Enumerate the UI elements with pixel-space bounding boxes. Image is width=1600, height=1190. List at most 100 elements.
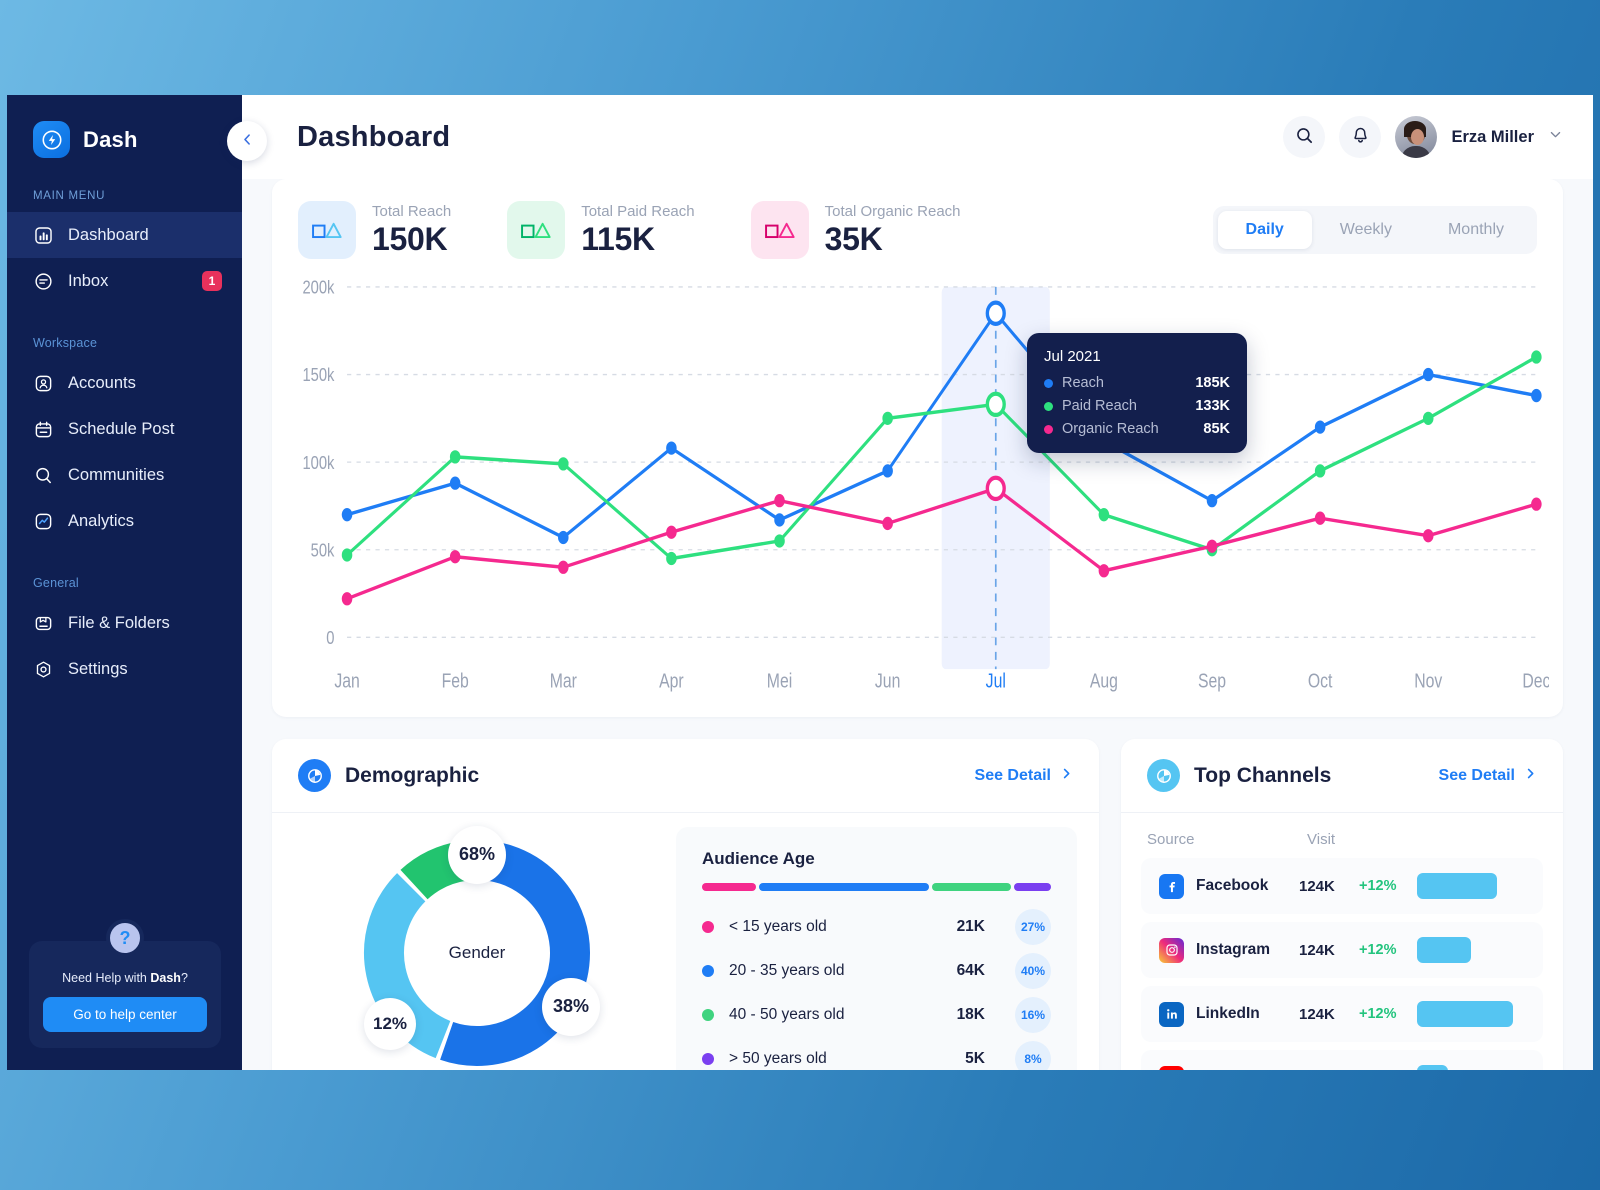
table-row[interactable]: Facebook 124K +12% bbox=[1141, 858, 1543, 914]
table-row[interactable]: YouTube 124K +12% bbox=[1141, 1050, 1543, 1070]
age-bar-segment-1 bbox=[759, 883, 930, 891]
instagram-icon bbox=[1159, 937, 1184, 963]
stat-total-reach: Total Reach 150K bbox=[298, 201, 451, 259]
tooltip-series-value: 133K bbox=[1195, 398, 1230, 414]
tooltip-row: Reach 185K bbox=[1044, 375, 1230, 391]
channel-name-wrap: LinkedIn bbox=[1159, 1001, 1299, 1027]
sidebar-item-file-folders[interactable]: File & Folders bbox=[7, 600, 242, 646]
age-dot bbox=[702, 1053, 714, 1065]
notifications-button[interactable] bbox=[1339, 116, 1382, 158]
demographic-header: Demographic See Detail bbox=[272, 739, 1099, 813]
channel-bar-track bbox=[1417, 937, 1525, 963]
top-channels-card: Top Channels See Detail Source Visit Fac… bbox=[1121, 739, 1563, 1070]
reach-chart-card: Total Reach 150K Total Paid Reach 115K T… bbox=[272, 179, 1563, 717]
table-row[interactable]: LinkedIn 124K +12% bbox=[1141, 986, 1543, 1042]
help-text-after: ? bbox=[180, 971, 188, 985]
svg-text:Aug: Aug bbox=[1090, 670, 1118, 692]
topbar-actions: Erza Miller bbox=[1283, 116, 1563, 158]
svg-text:Apr: Apr bbox=[659, 670, 684, 692]
tab-monthly[interactable]: Monthly bbox=[1420, 211, 1532, 249]
chart-tooltip: Jul 2021 Reach 185K Paid Reach 133K Orga… bbox=[1027, 333, 1247, 453]
channel-visit: 124K bbox=[1299, 877, 1335, 895]
tab-daily[interactable]: Daily bbox=[1217, 211, 1312, 249]
topbar: Dashboard Erza Miller bbox=[242, 95, 1593, 179]
sidebar-item-schedule-post[interactable]: Schedule Post bbox=[7, 406, 242, 452]
channel-name: LinkedIn bbox=[1196, 1005, 1260, 1022]
pie-chart-icon bbox=[298, 759, 331, 792]
section-label-general: General bbox=[33, 576, 79, 590]
avatar[interactable] bbox=[1395, 116, 1438, 158]
sidebar-item-label: Inbox bbox=[68, 271, 109, 290]
channel-bar-track bbox=[1417, 1001, 1525, 1027]
stat-total-organic-reach: Total Organic Reach 35K bbox=[750, 201, 961, 259]
gender-donut-chart[interactable]: Gender 68% 38% 12% bbox=[362, 825, 600, 1068]
top-channels-see-detail-link[interactable]: See Detail bbox=[1439, 767, 1537, 785]
age-row: 20 - 35 years old 64K 40% bbox=[702, 949, 1051, 993]
range-tabs: Daily Weekly Monthly bbox=[1212, 206, 1537, 254]
app-window: Dash MAIN MENU Dashboard Inbox 1 Workspa… bbox=[7, 95, 1593, 1070]
chevron-down-icon[interactable] bbox=[1548, 127, 1563, 147]
chevron-left-icon bbox=[240, 132, 255, 150]
audience-age-title: Audience Age bbox=[702, 849, 815, 868]
age-row: < 15 years old 21K 27% bbox=[702, 905, 1051, 949]
svg-text:200k: 200k bbox=[302, 277, 334, 298]
reach-line-chart[interactable]: 200k 150k 100k 50k 0 Jan Feb Mar Apr Mei Jun Jul Aug… bbox=[286, 271, 1549, 709]
svg-text:Sep: Sep bbox=[1198, 670, 1226, 692]
linkedin-icon bbox=[1159, 1001, 1184, 1027]
age-dot bbox=[702, 965, 714, 977]
channel-name-wrap: Instagram bbox=[1159, 937, 1299, 963]
channel-name: Facebook bbox=[1196, 877, 1269, 894]
avatar-face bbox=[1411, 129, 1425, 145]
table-row[interactable]: Instagram 124K +12% bbox=[1141, 922, 1543, 978]
sidebar-item-communities[interactable]: Communities bbox=[7, 452, 242, 498]
age-value: 64K bbox=[956, 962, 985, 979]
main-area: Dashboard Erza Miller Total Reach 150K T… bbox=[242, 95, 1593, 1070]
question-mark-icon: ? bbox=[106, 919, 144, 957]
square-triangle-icon bbox=[750, 201, 809, 259]
channel-bar-track bbox=[1417, 873, 1525, 899]
tooltip-row: Paid Reach 133K bbox=[1044, 398, 1230, 414]
chevron-right-icon bbox=[1524, 767, 1537, 785]
stat-value: 150K bbox=[372, 220, 448, 257]
audience-age-panel: Audience Age < 15 years old 21K 27% 20 -… bbox=[676, 827, 1077, 1070]
age-label: < 15 years old bbox=[729, 918, 827, 935]
stats-row: Total Reach 150K Total Paid Reach 115K T… bbox=[272, 179, 1563, 265]
tab-weekly[interactable]: Weekly bbox=[1312, 211, 1420, 249]
search-circle-icon bbox=[33, 465, 54, 486]
folder-icon bbox=[33, 613, 54, 634]
go-to-help-center-button[interactable]: Go to help center bbox=[43, 997, 207, 1032]
channel-bar-track bbox=[1417, 1065, 1525, 1070]
tooltip-series-name: Reach bbox=[1062, 375, 1104, 391]
donut-value-other: 12% bbox=[364, 997, 416, 1050]
facebook-icon bbox=[1159, 873, 1184, 899]
sidebar-item-analytics[interactable]: Analytics bbox=[7, 498, 242, 544]
inbox-message-icon bbox=[33, 271, 54, 292]
sidebar-item-dashboard[interactable]: Dashboard bbox=[7, 212, 242, 258]
column-header-visit: Visit bbox=[1307, 831, 1336, 848]
stat-total-paid-reach: Total Paid Reach 115K bbox=[507, 201, 695, 259]
demographic-see-detail-link[interactable]: See Detail bbox=[975, 767, 1073, 785]
svg-text:Feb: Feb bbox=[442, 670, 469, 692]
svg-text:Mar: Mar bbox=[550, 670, 577, 692]
top-channels-title: Top Channels bbox=[1194, 763, 1332, 787]
chart-bar-icon bbox=[33, 225, 54, 246]
sidebar-collapse-button[interactable] bbox=[227, 121, 267, 161]
channel-name: Instagram bbox=[1196, 941, 1271, 958]
search-button[interactable] bbox=[1283, 116, 1326, 158]
age-bar-segment-3 bbox=[1013, 883, 1052, 891]
sidebar-item-accounts[interactable]: Accounts bbox=[7, 360, 242, 406]
age-value: 21K bbox=[956, 918, 985, 935]
help-card-text: Need Help with Dash? bbox=[43, 971, 207, 985]
help-text-before: Need Help with bbox=[62, 971, 151, 985]
age-percent: 27% bbox=[1015, 909, 1051, 945]
svg-text:Dec: Dec bbox=[1522, 670, 1549, 692]
sidebar-item-inbox[interactable]: Inbox 1 bbox=[7, 258, 242, 304]
see-detail-label: See Detail bbox=[974, 766, 1051, 784]
age-row: 40 - 50 years old 18K 16% bbox=[702, 993, 1051, 1037]
channel-bar bbox=[1417, 1065, 1449, 1070]
avatar-body bbox=[1401, 146, 1432, 158]
sidebar-item-settings[interactable]: Settings bbox=[7, 646, 242, 692]
svg-text:Mei: Mei bbox=[767, 670, 792, 692]
tooltip-series-name: Organic Reach bbox=[1062, 421, 1159, 437]
sidebar-item-label: Accounts bbox=[68, 373, 136, 392]
